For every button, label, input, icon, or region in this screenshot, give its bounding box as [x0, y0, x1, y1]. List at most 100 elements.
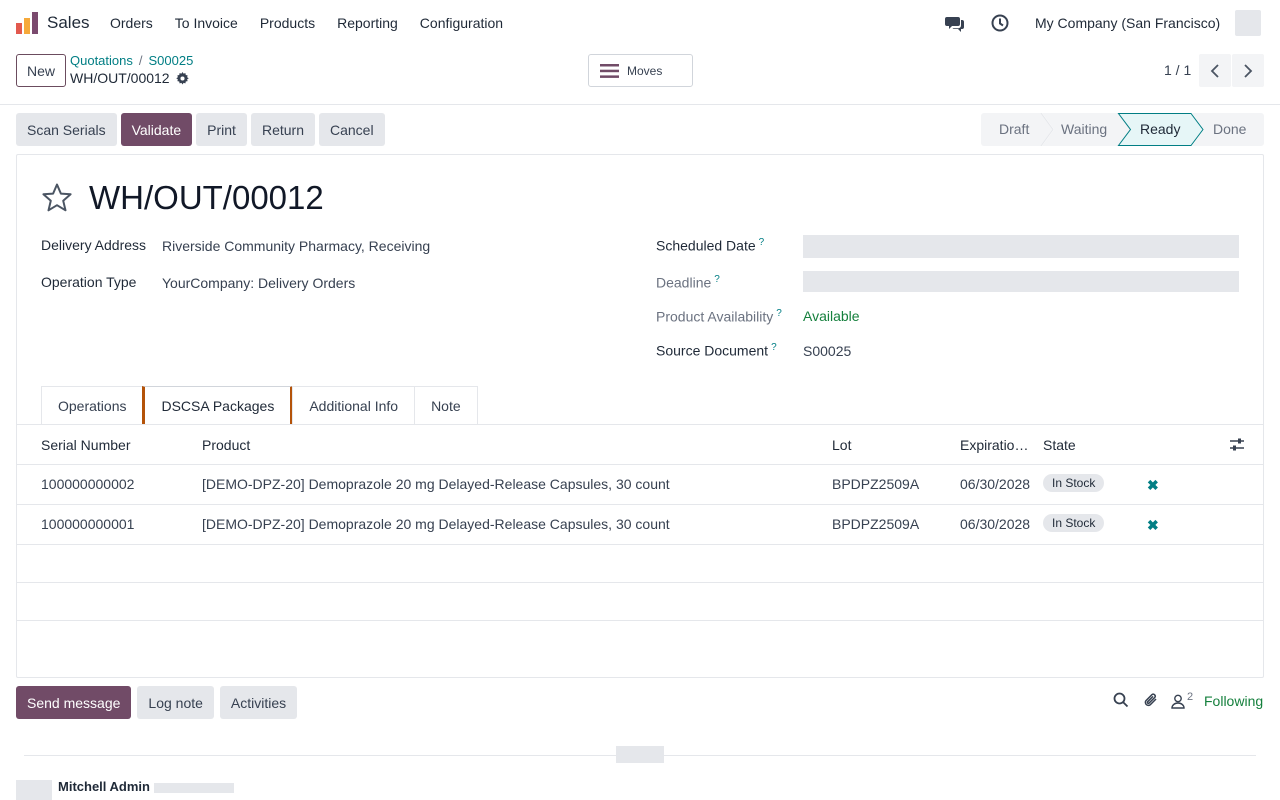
- main-menu: Orders To Invoice Products Reporting Con…: [110, 15, 525, 31]
- company-switcher[interactable]: My Company (San Francisco): [1035, 15, 1220, 31]
- deadline-field[interactable]: [803, 271, 1239, 292]
- tab-dscsa-packages[interactable]: DSCSA Packages: [142, 386, 294, 425]
- help-tooltip-icon[interactable]: ?: [759, 237, 765, 248]
- help-tooltip-icon[interactable]: ?: [776, 308, 782, 319]
- message-date: [154, 783, 234, 793]
- moves-smart-button[interactable]: Moves: [588, 54, 693, 87]
- paperclip-icon[interactable]: [1143, 692, 1159, 709]
- list-icon: [600, 63, 619, 78]
- help-tooltip-icon[interactable]: ?: [771, 342, 777, 353]
- breadcrumb-order[interactable]: S00025: [149, 53, 194, 68]
- gear-icon[interactable]: [175, 71, 189, 85]
- empty-row: [17, 545, 1263, 583]
- column-serial-number[interactable]: Serial Number: [41, 437, 130, 453]
- clock-icon[interactable]: [990, 13, 1010, 33]
- help-tooltip-icon[interactable]: ?: [714, 274, 720, 285]
- serial-cell: 100000000002: [41, 476, 135, 492]
- stage-waiting-label: Waiting: [1061, 121, 1108, 137]
- delete-row-icon[interactable]: ✖: [1147, 517, 1159, 534]
- optional-columns-icon[interactable]: [1229, 437, 1245, 453]
- expiration-cell: 06/30/2028: [960, 476, 1031, 492]
- product-availability-label: Product Availability?: [656, 308, 782, 325]
- serial-cell: 100000000001: [41, 516, 135, 532]
- lot-cell: BPDPZ2509A: [832, 476, 920, 492]
- send-message-button[interactable]: Send message: [16, 686, 132, 719]
- chevron-left-icon: [1210, 63, 1219, 78]
- new-button[interactable]: New: [16, 54, 66, 87]
- date-separator: [616, 746, 664, 763]
- breadcrumb: Quotations / S00025: [70, 53, 193, 68]
- table-row[interactable]: 100000000001 [DEMO-DPZ-20] Demoprazole 2…: [17, 505, 1263, 545]
- activities-button[interactable]: Activities: [219, 686, 298, 719]
- sales-app-icon[interactable]: [16, 12, 38, 34]
- record-name: WH/OUT/00012: [70, 70, 170, 86]
- top-navbar: Sales Orders To Invoice Products Reporti…: [0, 0, 1280, 46]
- empty-row: [17, 583, 1263, 621]
- column-lot[interactable]: Lot: [832, 437, 851, 453]
- form-sheet: WH/OUT/00012 Delivery Address Riverside …: [16, 154, 1264, 678]
- status-badge: In Stock: [1043, 474, 1105, 492]
- table-header: Serial Number Product Lot Expiratio… Sta…: [17, 425, 1263, 465]
- tab-note[interactable]: Note: [414, 386, 478, 425]
- record-title: WH/OUT/00012: [89, 179, 324, 216]
- column-product[interactable]: Product: [202, 437, 250, 453]
- return-button[interactable]: Return: [250, 113, 315, 146]
- expiration-cell: 06/30/2028: [960, 516, 1031, 532]
- tab-operations[interactable]: Operations: [41, 386, 144, 425]
- action-bar: Scan Serials Validate Print Return Cance…: [16, 113, 385, 146]
- chevron-right-icon: [1244, 63, 1253, 78]
- pager-next[interactable]: [1232, 54, 1264, 87]
- following-button[interactable]: Following: [1204, 693, 1263, 709]
- column-state[interactable]: State: [1043, 437, 1076, 453]
- breadcrumb-quotations[interactable]: Quotations: [70, 53, 133, 68]
- deadline-label: Deadline?: [656, 274, 720, 291]
- source-document-field[interactable]: S00025: [803, 343, 851, 359]
- followers-icon[interactable]: [1171, 694, 1185, 709]
- operation-type-field[interactable]: YourCompany: Delivery Orders: [162, 275, 355, 291]
- product-cell: [DEMO-DPZ-20] Demoprazole 20 mg Delayed-…: [202, 516, 670, 532]
- delete-row-icon[interactable]: ✖: [1147, 477, 1159, 494]
- product-availability-value: Available: [803, 308, 860, 324]
- table-row[interactable]: 100000000002 [DEMO-DPZ-20] Demoprazole 2…: [17, 465, 1263, 505]
- message-author[interactable]: Mitchell Admin: [58, 779, 150, 794]
- log-note-button[interactable]: Log note: [137, 686, 214, 719]
- followers-count: 2: [1187, 691, 1194, 703]
- stage-ready-label: Ready: [1140, 121, 1181, 137]
- avatar[interactable]: [16, 780, 52, 800]
- stage-draft-label: Draft: [999, 121, 1030, 137]
- tab-additional-info[interactable]: Additional Info: [292, 386, 416, 425]
- notebook-tabs: Operations DSCSA Packages Additional Inf…: [41, 386, 478, 425]
- menu-reporting[interactable]: Reporting: [337, 15, 398, 31]
- menu-to-invoice[interactable]: To Invoice: [175, 15, 238, 31]
- breadcrumb-separator: /: [138, 53, 143, 68]
- chat-icon[interactable]: [945, 13, 965, 33]
- scheduled-date-label: Scheduled Date?: [656, 237, 765, 254]
- delivery-address-field[interactable]: Riverside Community Pharmacy, Receiving: [162, 238, 430, 254]
- search-icon[interactable]: [1113, 692, 1129, 708]
- print-button[interactable]: Print: [196, 113, 247, 146]
- stage-done-label: Done: [1213, 121, 1247, 137]
- cancel-button[interactable]: Cancel: [318, 113, 385, 146]
- control-panel: New Quotations / S00025 WH/OUT/00012 Moves…: [0, 46, 1280, 105]
- app-name[interactable]: Sales: [47, 13, 90, 33]
- lot-cell: BPDPZ2509A: [832, 516, 920, 532]
- chatter-buttons: Send message Log note Activities: [16, 686, 298, 719]
- record-name-row: WH/OUT/00012: [70, 70, 189, 86]
- moves-label: Moves: [627, 63, 663, 78]
- scheduled-date-field[interactable]: [803, 235, 1239, 258]
- validate-button[interactable]: Validate: [120, 113, 193, 146]
- operation-type-label: Operation Type: [41, 274, 137, 290]
- scan-serials-button[interactable]: Scan Serials: [16, 113, 117, 146]
- user-avatar[interactable]: [1235, 10, 1261, 36]
- column-expiration[interactable]: Expiratio…: [960, 437, 1028, 453]
- status-badge: In Stock: [1043, 514, 1105, 532]
- menu-products[interactable]: Products: [260, 15, 315, 31]
- delivery-address-label: Delivery Address: [41, 237, 147, 253]
- source-document-label: Source Document?: [656, 342, 777, 359]
- star-icon[interactable]: [41, 182, 73, 214]
- product-cell: [DEMO-DPZ-20] Demoprazole 20 mg Delayed-…: [202, 476, 670, 492]
- menu-orders[interactable]: Orders: [110, 15, 153, 31]
- pager-value[interactable]: 1 / 1: [1164, 62, 1191, 78]
- pager-previous[interactable]: [1199, 54, 1231, 87]
- menu-configuration[interactable]: Configuration: [420, 15, 503, 31]
